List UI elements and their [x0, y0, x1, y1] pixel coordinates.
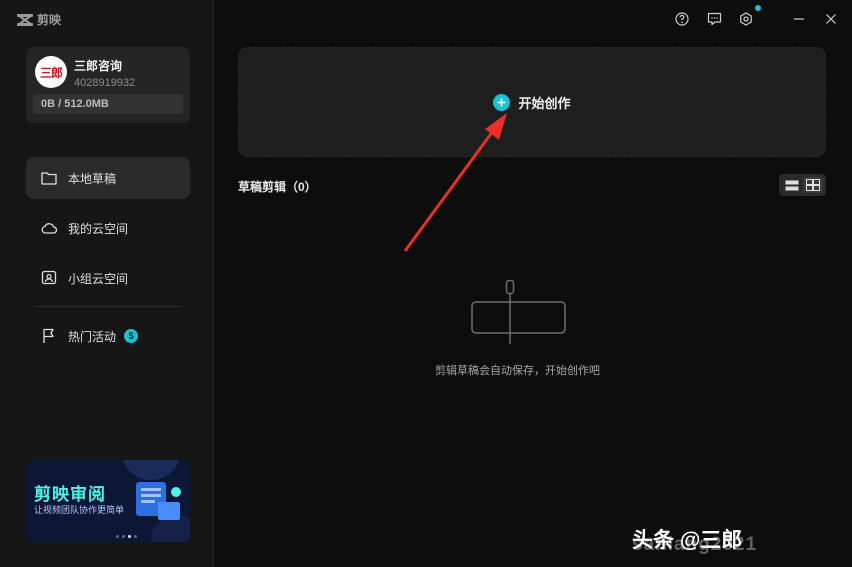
empty-drafts-illustration	[470, 279, 570, 351]
update-indicator	[755, 5, 761, 11]
app-name: 剪映	[37, 13, 62, 27]
banner-subtitle: 让视频团队协作更简单	[34, 505, 125, 515]
banner-pagination[interactable]	[116, 535, 137, 538]
folder-icon	[41, 170, 57, 186]
sidebar-item-label: 小组云空间	[68, 271, 129, 286]
sidebar-item-label: 热门活动	[68, 329, 117, 344]
start-creation-label: 开始创作	[518, 95, 571, 111]
view-toggle[interactable]	[779, 174, 826, 196]
settings-icon[interactable]	[738, 11, 754, 27]
feedback-icon[interactable]	[706, 11, 722, 27]
promo-banner[interactable]: 剪映审阅 让视频团队协作更简单	[26, 460, 190, 542]
notification-badge: 5	[124, 329, 139, 343]
capcut-logo-icon	[17, 13, 33, 26]
page-dot[interactable]	[116, 535, 119, 538]
sidebar: 剪映 三郎 三郎咨询 4028919932 0B / 512.0MB 本地草稿 …	[0, 0, 214, 567]
sidebar-item-local-drafts[interactable]: 本地草稿	[26, 157, 190, 199]
page-dot-active[interactable]	[128, 535, 131, 538]
sidebar-divider	[34, 306, 182, 307]
sidebar-item-label: 我的云空间	[68, 221, 129, 236]
watermark-secondary: sanlang2021	[632, 534, 758, 555]
start-creation-button[interactable]: 开始创作	[238, 47, 826, 157]
drafts-section-title: 草稿剪辑（0）	[238, 180, 317, 194]
sidebar-item-hot-events[interactable]: 热门活动 5	[26, 315, 190, 357]
plus-icon	[493, 93, 511, 111]
team-cloud-icon	[41, 270, 57, 286]
page-dot[interactable]	[134, 535, 137, 538]
cloud-icon	[41, 220, 57, 236]
minimize-icon[interactable]	[791, 11, 807, 27]
close-icon[interactable]	[823, 11, 839, 27]
sidebar-item-team-cloud[interactable]: 小组云空间	[26, 257, 190, 299]
banner-title: 剪映审阅	[34, 485, 106, 504]
page-dot[interactable]	[122, 535, 125, 538]
sidebar-item-my-cloud[interactable]: 我的云空间	[26, 207, 190, 249]
flag-icon	[41, 328, 57, 344]
storage-usage: 0B / 512.0MB	[33, 94, 183, 114]
user-name: 三郎咨询	[74, 59, 123, 73]
avatar-text: 三郎	[39, 65, 63, 80]
empty-drafts-text: 剪辑草稿会自动保存，开始创作吧	[435, 365, 600, 377]
avatar[interactable]: 三郎	[35, 56, 67, 88]
grid-view-icon[interactable]	[802, 177, 823, 193]
app-logo: 剪映	[17, 11, 61, 28]
user-card[interactable]: 三郎 三郎咨询 4028919932 0B / 512.0MB	[26, 47, 190, 123]
list-view-icon[interactable]	[782, 177, 802, 193]
sidebar-item-label: 本地草稿	[68, 171, 117, 186]
user-id: 4028919932	[74, 77, 136, 89]
help-icon[interactable]	[674, 11, 690, 27]
